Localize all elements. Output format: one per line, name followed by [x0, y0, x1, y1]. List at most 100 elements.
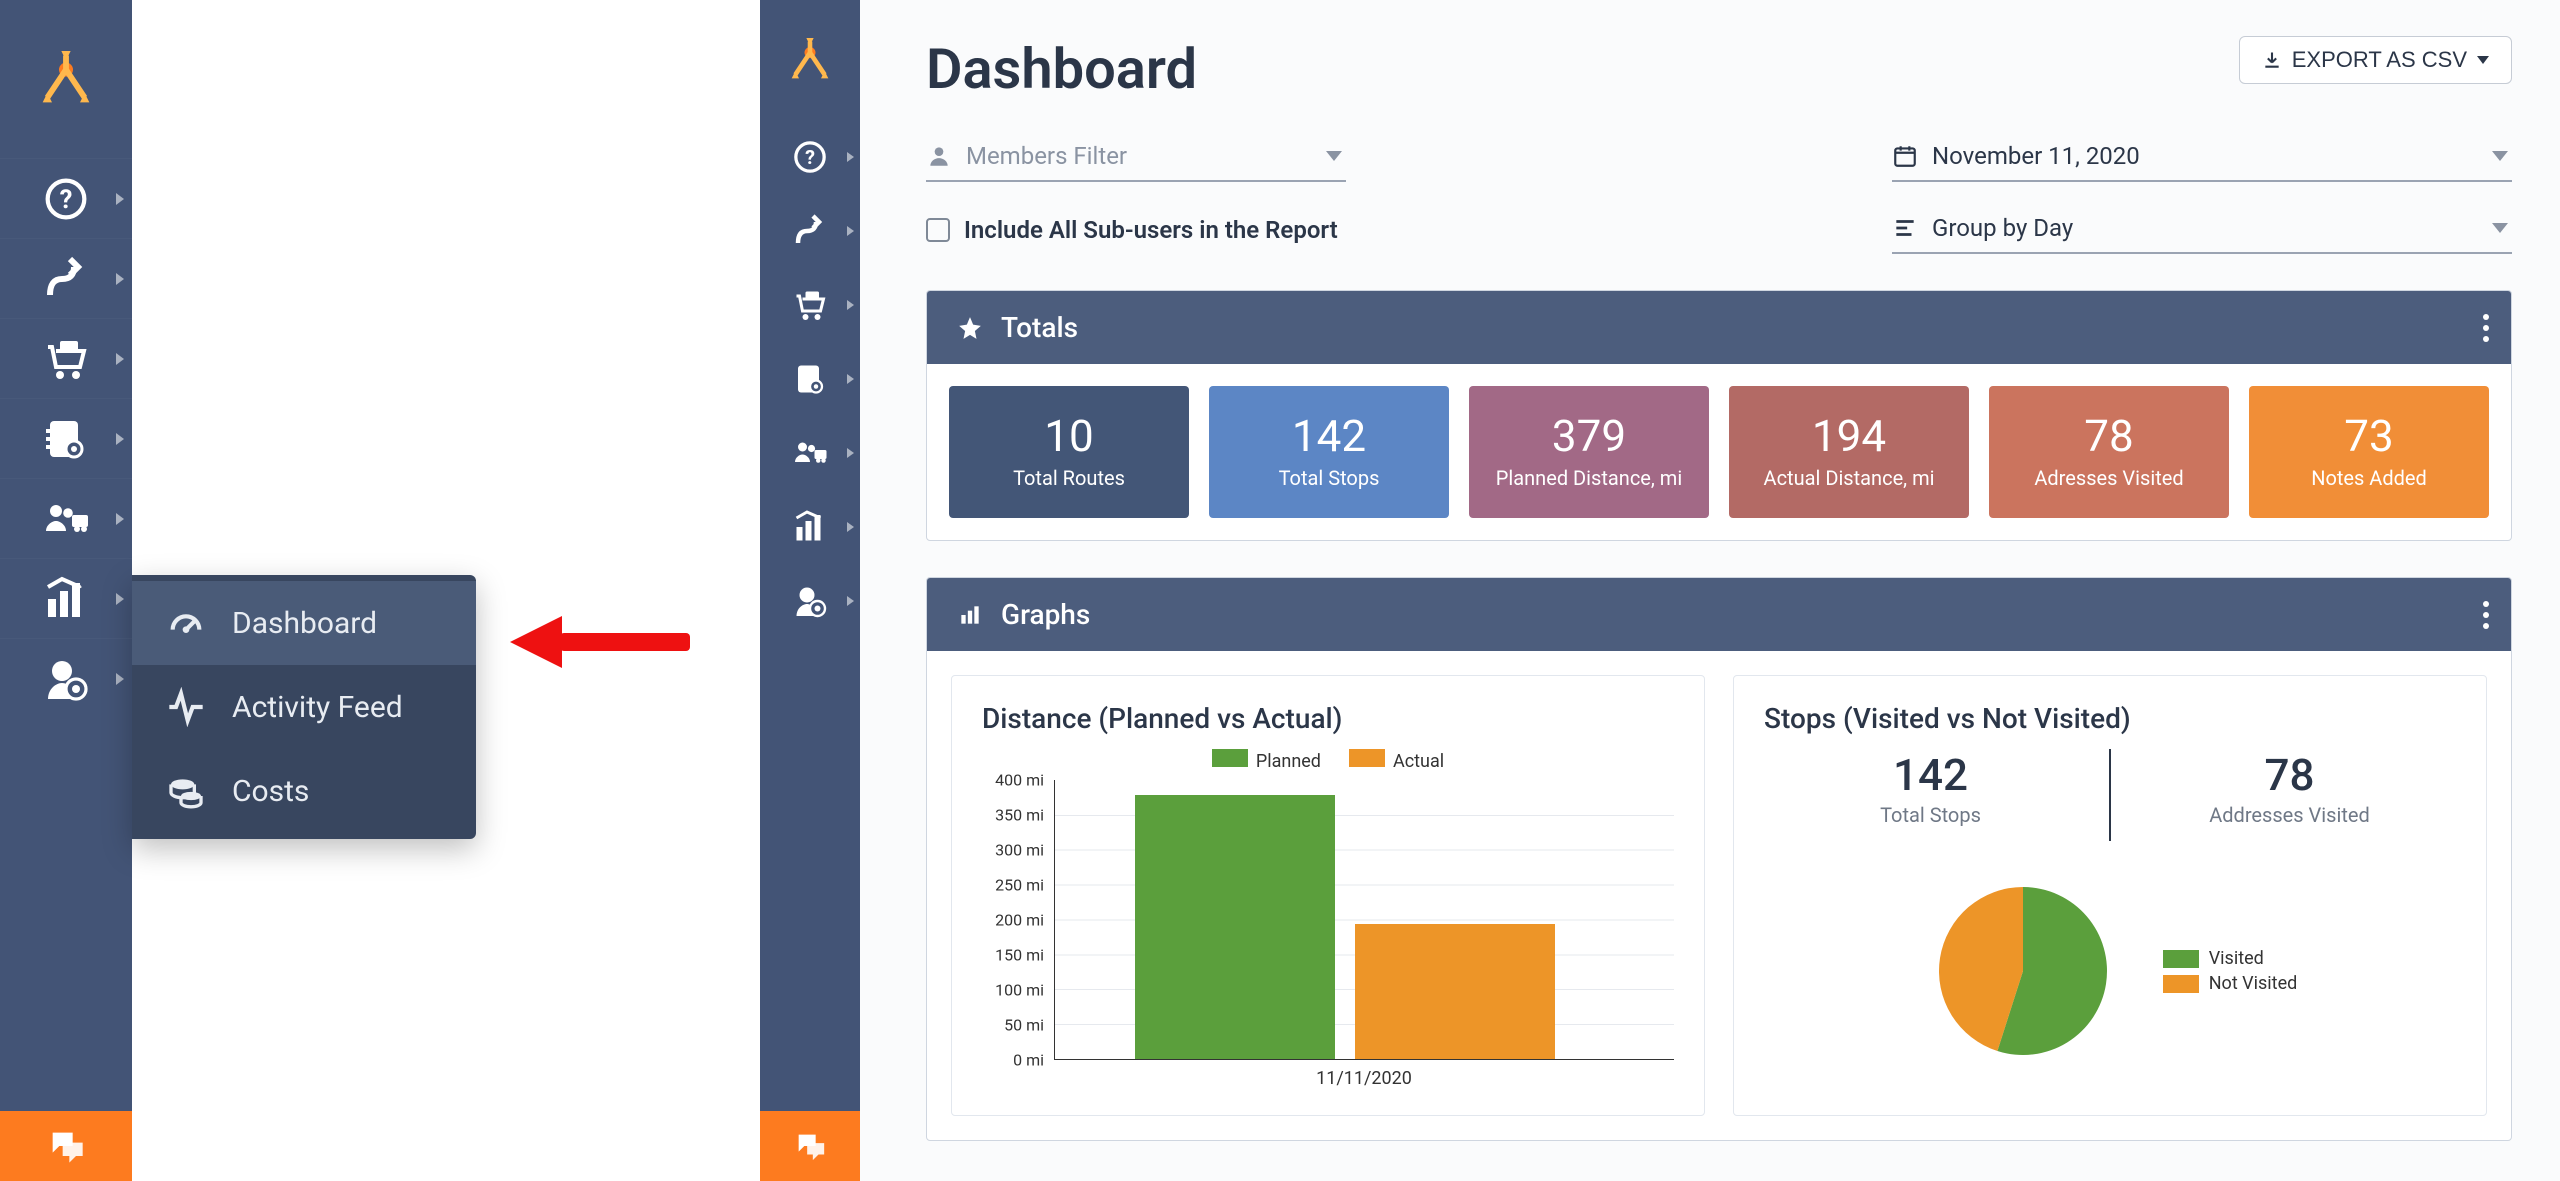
export-label: EXPORT AS CSV [2292, 47, 2467, 73]
analytics-submenu: Dashboard Activity Feed Costs [132, 575, 476, 839]
legend-not-visited: Not Visited [2209, 973, 2298, 994]
bar-planned [1135, 795, 1335, 1059]
calendar-icon [1892, 143, 1918, 169]
y-tick: 150 mi [995, 946, 1044, 965]
totals-label: Adresses Visited [1999, 466, 2219, 490]
group-value: Group by Day [1932, 214, 2073, 242]
divider [2109, 749, 2111, 841]
download-icon [2262, 50, 2282, 70]
sidebar-item-team[interactable] [760, 416, 860, 490]
svg-text:?: ? [805, 146, 815, 169]
addresses-visited-label: Addresses Visited [2123, 803, 2456, 827]
y-tick: 50 mi [1004, 1016, 1044, 1035]
bar-actual [1355, 924, 1555, 1059]
totals-value: 73 [2259, 410, 2479, 462]
totals-label: Total Routes [959, 466, 1179, 490]
app-logo[interactable] [0, 0, 132, 158]
sidebar-item-addressbook[interactable] [0, 398, 132, 478]
submenu-item-activity-feed[interactable]: Activity Feed [132, 665, 476, 749]
date-select[interactable]: November 11, 2020 [1892, 138, 2512, 182]
chat-button[interactable] [0, 1111, 132, 1181]
totals-label: Planned Distance, mi [1479, 466, 1699, 490]
graphs-panel: Graphs Distance (Planned vs Actual) Plan… [926, 577, 2512, 1141]
y-tick: 100 mi [995, 981, 1044, 1000]
graphs-title: Graphs [1001, 598, 1090, 631]
svg-text:?: ? [60, 185, 73, 215]
bar-xlabel: 11/11/2020 [1054, 1068, 1674, 1089]
addresses-visited-value: 78 [2123, 749, 2456, 801]
gauge-icon [166, 603, 206, 643]
kebab-menu-icon[interactable] [2483, 314, 2489, 342]
chevron-right-icon [116, 433, 124, 445]
stops-chart-card: Stops (Visited vs Not Visited) 142 Total… [1733, 675, 2487, 1116]
members-filter-select[interactable]: Members Filter [926, 138, 1346, 182]
sidebar-collapsed: ? [760, 0, 860, 1181]
coins-icon [166, 771, 206, 811]
y-tick: 350 mi [995, 806, 1044, 825]
sidebar-item-analytics[interactable] [760, 490, 860, 564]
legend-visited: Visited [2209, 948, 2264, 969]
totals-card: 379 Planned Distance, mi [1469, 386, 1709, 518]
sidebar-item-team[interactable] [0, 478, 132, 558]
totals-card: 78 Adresses Visited [1989, 386, 2229, 518]
sidebar-item-orders[interactable] [760, 268, 860, 342]
group-by-select[interactable]: Group by Day [1892, 210, 2512, 254]
totals-value: 78 [1999, 410, 2219, 462]
totals-label: Actual Distance, mi [1739, 466, 1959, 490]
chevron-right-icon [116, 513, 124, 525]
chart-icon [957, 602, 983, 628]
checkbox-icon [926, 218, 950, 242]
sidebar-item-help[interactable]: ? [760, 120, 860, 194]
caret-down-icon [1326, 151, 1342, 161]
chevron-right-icon [847, 374, 854, 384]
totals-card: 142Total Stops [1209, 386, 1449, 518]
y-tick: 200 mi [995, 911, 1044, 930]
submenu-label: Dashboard [232, 606, 377, 641]
sidebar-item-addressbook[interactable] [760, 342, 860, 416]
pie-chart [1923, 871, 2123, 1071]
bar-legend: Planned Actual [982, 749, 1674, 772]
sidebar-item-help[interactable]: ? [0, 158, 132, 238]
stops-chart-title: Stops (Visited vs Not Visited) [1764, 702, 2456, 735]
totals-title: Totals [1001, 311, 1078, 344]
app-logo[interactable] [760, 0, 860, 120]
chevron-right-icon [847, 152, 854, 162]
totals-panel: Totals 10Total Routes142Total Stops 379 Pl… [926, 290, 2512, 541]
caret-down-icon [2477, 56, 2489, 64]
submenu-label: Costs [232, 774, 309, 809]
sidebar-item-settings[interactable] [760, 564, 860, 638]
submenu-item-dashboard[interactable]: Dashboard [132, 581, 476, 665]
sidebar-item-settings[interactable] [0, 638, 132, 718]
sidebar-item-routes[interactable] [760, 194, 860, 268]
kebab-menu-icon[interactable] [2483, 601, 2489, 629]
totals-label: Notes Added [2259, 466, 2479, 490]
totals-label: Total Stops [1219, 466, 1439, 490]
chevron-right-icon [847, 596, 854, 606]
totals-value: 194 [1739, 410, 1959, 462]
totals-value: 379 [1479, 410, 1699, 462]
totals-card: 10Total Routes [949, 386, 1189, 518]
y-tick: 250 mi [995, 876, 1044, 895]
sidebar-item-routes[interactable] [0, 238, 132, 318]
totals-card: 194 Actual Distance, mi [1729, 386, 1969, 518]
person-icon [926, 143, 952, 169]
submenu-label: Activity Feed [232, 690, 403, 725]
sidebar-item-orders[interactable] [0, 318, 132, 398]
group-icon [1892, 215, 1918, 241]
graphs-header: Graphs [927, 578, 2511, 651]
chevron-right-icon [116, 273, 124, 285]
totals-header: Totals [927, 291, 2511, 364]
submenu-item-costs[interactable]: Costs [132, 749, 476, 833]
export-csv-button[interactable]: EXPORT AS CSV [2239, 36, 2512, 84]
date-value: November 11, 2020 [1932, 142, 2140, 170]
include-subusers-label: Include All Sub-users in the Report [964, 216, 1338, 244]
distance-chart-title: Distance (Planned vs Actual) [982, 702, 1674, 735]
legend-actual: Actual [1393, 751, 1444, 772]
totals-card: 73 Notes Added [2249, 386, 2489, 518]
chevron-right-icon [116, 593, 124, 605]
chat-button[interactable] [760, 1111, 860, 1181]
pie-legend: Visited Not Visited [2163, 944, 2298, 998]
chevron-right-icon [116, 353, 124, 365]
sidebar-item-analytics[interactable] [0, 558, 132, 638]
include-subusers-checkbox[interactable]: Include All Sub-users in the Report [926, 216, 1346, 244]
